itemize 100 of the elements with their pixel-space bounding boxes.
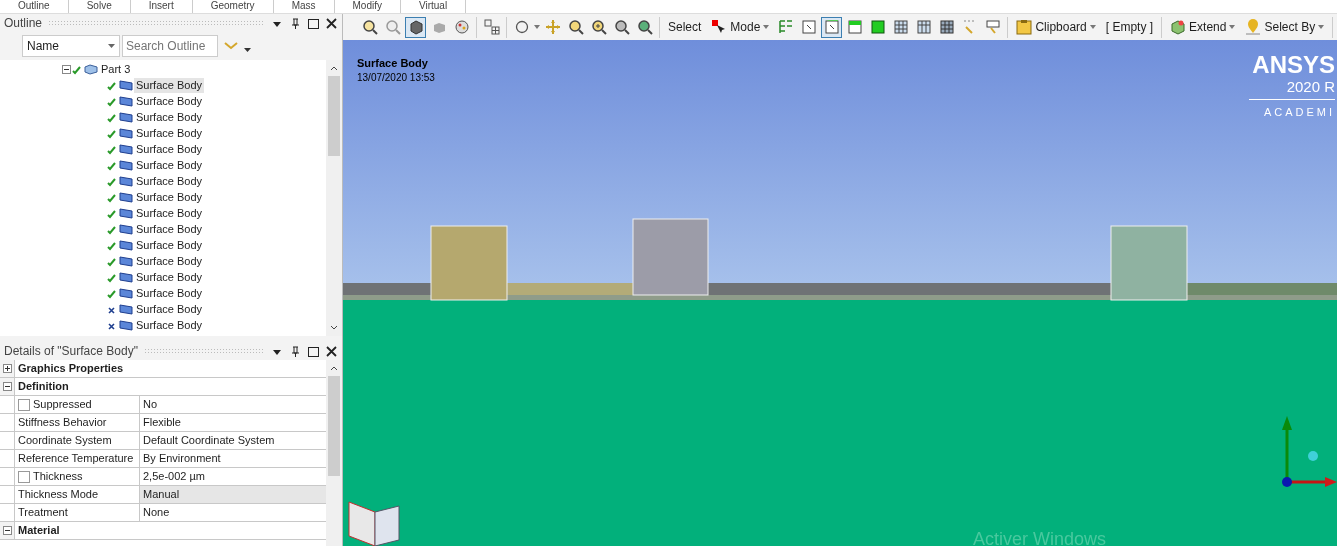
viewport-title: Surface Body [357, 56, 428, 71]
property-value[interactable]: 2,5e-002 µm [140, 468, 326, 485]
box-icon [869, 19, 886, 35]
surface-body-icon [118, 95, 134, 107]
pan-icon [544, 19, 561, 35]
zoom-icon [636, 19, 653, 35]
box-icon [800, 19, 817, 35]
toolbar-button[interactable] [481, 16, 502, 38]
surface-body-icon [118, 127, 134, 139]
surface-body-icon [118, 319, 134, 331]
surface-body-icon [118, 111, 134, 123]
property-name: Thickness [33, 469, 83, 485]
property-name: Coordinate System [18, 433, 112, 449]
scroll-down-icon[interactable] [330, 324, 338, 332]
surface-body-icon [118, 303, 134, 315]
toolbar-button[interactable]: Clipboard [1012, 16, 1100, 38]
tree-item[interactable]: Surface Body [134, 269, 205, 285]
box-icon [823, 19, 840, 35]
surface-body-icon [118, 287, 134, 299]
property-name: Stiffness Behavior [18, 415, 107, 431]
toolbar-button[interactable]: Extend [1166, 16, 1240, 38]
tree-item[interactable]: Surface Body [134, 157, 205, 173]
property-value[interactable]: None [140, 504, 326, 521]
close-icon[interactable] [324, 344, 338, 358]
checkbox[interactable] [18, 398, 30, 411]
surface-body-icon [118, 159, 134, 171]
tree-item[interactable]: Surface Body [134, 109, 205, 125]
property-value[interactable]: Default Coordinate System [140, 432, 326, 449]
close-icon[interactable] [324, 16, 338, 30]
checkbox[interactable] [18, 470, 30, 483]
scroll-thumb[interactable] [328, 376, 340, 476]
logo: ANSYS 2020 R ACADEMI [1249, 52, 1335, 121]
grid-icon [483, 19, 500, 35]
label-icon [984, 19, 1001, 35]
zoom-icon [590, 19, 607, 35]
zoom-icon [613, 19, 630, 35]
tree-item[interactable]: Surface Body [134, 93, 205, 109]
toolbar-button[interactable] [821, 16, 843, 38]
surface-body-icon [118, 191, 134, 203]
tree-item[interactable]: Surface Body [134, 125, 205, 141]
tree-item[interactable]: Surface Body [134, 189, 205, 205]
box-icon [846, 19, 863, 35]
tree-item[interactable]: Surface Body [134, 173, 205, 189]
toolbar-button[interactable]: Mode [707, 16, 774, 38]
grid-box-icon [938, 19, 955, 35]
ribbon-group-label: Geometry [192, 0, 274, 13]
tree-item[interactable]: Surface Body [134, 253, 205, 269]
filter-dropdown[interactable]: Name [22, 35, 120, 57]
panel-title: Details of "Surface Body" [4, 343, 138, 360]
surface-body-icon [118, 255, 134, 267]
surface-body-icon [118, 239, 134, 251]
caret-icon[interactable] [534, 25, 540, 29]
maximize-icon[interactable] [306, 16, 320, 30]
tree-item[interactable]: Part 3 [99, 61, 133, 77]
maximize-icon[interactable] [306, 344, 320, 358]
toolbar-button[interactable]: [ Empty ] [1101, 16, 1158, 38]
property-value[interactable]: Flexible [140, 414, 326, 431]
property-value[interactable]: By Environment [140, 450, 326, 467]
panel-title: Outline [4, 15, 43, 32]
tree-item[interactable]: Surface Body [134, 77, 205, 93]
property-name: Reference Temperature [18, 451, 134, 467]
grid-box-icon [892, 19, 909, 35]
tree-item[interactable]: Surface Body [134, 205, 205, 221]
property-value[interactable]: Manual [140, 486, 326, 503]
tree-item[interactable]: Surface Body [134, 221, 205, 237]
ribbon-group-label: Outline [0, 0, 69, 13]
tree-item[interactable]: Surface Body [134, 301, 205, 317]
ribbon-group-label: Mass [273, 0, 335, 13]
surface-body-icon [118, 223, 134, 235]
search-field[interactable]: Search Outline [122, 35, 218, 57]
collapse-toggle-icon[interactable] [62, 64, 71, 74]
property-value[interactable]: No [140, 396, 326, 413]
toolbar-button[interactable]: Select [664, 16, 706, 38]
scroll-up-icon[interactable] [330, 364, 338, 372]
expand-toggle-icon[interactable] [2, 364, 12, 373]
scrollbar[interactable] [326, 360, 342, 546]
scroll-thumb[interactable] [328, 76, 340, 156]
ribbon-group-label: Modify [334, 0, 401, 13]
tree-item[interactable]: Surface Body [134, 317, 205, 333]
viewport[interactable]: Surface Body 13/07/2020 13:53 ANSYS 2020 R ACADEMI Activer Windows [343, 40, 1337, 546]
grid-box-icon [915, 19, 932, 35]
scroll-up-icon[interactable] [330, 64, 338, 72]
surface-body-icon [118, 175, 134, 187]
palette-icon [453, 19, 470, 35]
toolbar-button[interactable] [405, 16, 426, 38]
property-name: Treatment [18, 505, 68, 521]
expand-toggle-icon[interactable] [2, 382, 12, 391]
cube-icon [407, 19, 424, 35]
property-name: Thickness Mode [18, 487, 99, 503]
part-icon [83, 63, 99, 75]
caret-icon [244, 48, 251, 52]
expand-toggle-icon[interactable] [2, 526, 12, 535]
activation-notice: Activer Windows [973, 528, 1107, 546]
ribbon-group-label: Virtual [401, 0, 467, 13]
tree-item[interactable]: Surface Body [134, 237, 205, 253]
orientation-cube-icon[interactable] [347, 498, 403, 546]
tree-item[interactable]: Surface Body [134, 285, 205, 301]
toolbar-button[interactable]: Select By [1241, 16, 1329, 38]
surface-body-icon [118, 79, 134, 91]
tree-item[interactable]: Surface Body [134, 141, 205, 157]
